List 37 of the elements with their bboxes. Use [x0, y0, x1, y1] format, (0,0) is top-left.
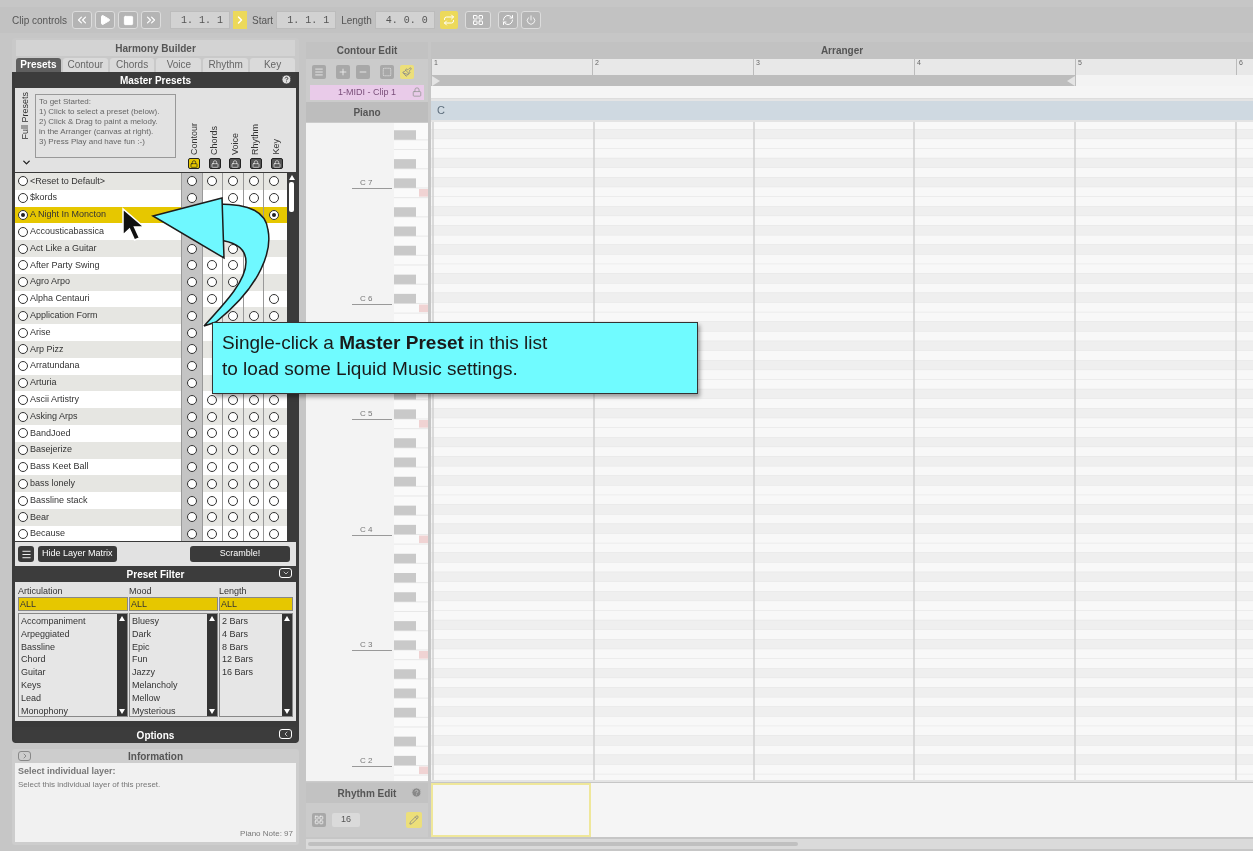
filter-label: Articulation	[18, 586, 64, 597]
piano-note-text: Piano Note: 97	[240, 828, 293, 840]
info-text: Select this individual layer of this preset.	[18, 778, 162, 791]
options-title: Options	[136, 728, 175, 743]
instruction-text: 1) Click to select a preset (below).	[39, 107, 161, 117]
octave-label: C 5	[352, 409, 392, 420]
filter-label: Length	[219, 586, 248, 597]
full-presets-label: Full Presets	[19, 92, 32, 140]
toolbar-label: Clip controls	[12, 13, 68, 28]
filter-label: Mood	[129, 586, 153, 597]
octave-label: C 2	[352, 755, 392, 767]
instruction-text: in the Arranger (canvas at right).	[39, 127, 155, 137]
length-label: Length	[341, 13, 372, 28]
start-label: Start	[252, 13, 274, 28]
instruction-text: To get Started:	[39, 97, 93, 107]
contour-edit-title: Contour Edit	[336, 44, 398, 58]
layer-column-heading: Key	[269, 139, 282, 155]
instruction-text: 2) Click & Drag to paint a melody.	[39, 117, 159, 127]
panel-title: Harmony Builder	[115, 41, 196, 56]
layer-column-heading: Contour	[187, 122, 200, 155]
preset-filter-title: Preset Filter	[126, 567, 185, 582]
octave-label: C 4	[352, 524, 392, 536]
arranger-title: Arranger	[820, 44, 864, 58]
octave-label: C 3	[352, 640, 392, 651]
layer-column-heading: Voice	[228, 132, 241, 155]
instruction-text: 3) Press Play and have fun :-)	[39, 137, 146, 147]
octave-label: C 6	[352, 293, 392, 305]
instrument-title: Piano	[353, 105, 381, 120]
rhythm-edit-title: Rhythm Edit	[337, 786, 397, 801]
info-heading: Select individual layer:	[18, 765, 117, 778]
master-presets-title: Master Presets	[119, 73, 192, 88]
information-title: Information	[128, 749, 183, 764]
octave-label: C 7	[352, 178, 392, 189]
layer-column-heading: Rhythm	[249, 124, 262, 155]
callout-tooltip: Single-click a Master Preset in this list to load some Liquid Music settings.	[212, 322, 698, 394]
layer-column-heading: Chords	[208, 126, 221, 155]
chord-label: C	[437, 103, 445, 119]
